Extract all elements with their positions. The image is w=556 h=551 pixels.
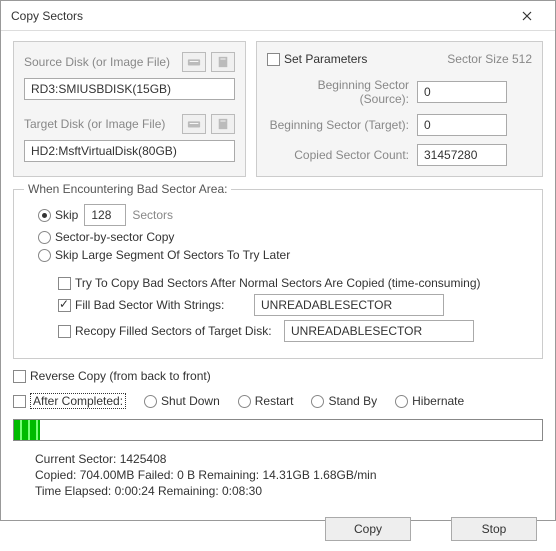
disk-panel: Source Disk (or Image File) RD3:SMIUSBDI… [13, 41, 246, 177]
reverse-copy-checkbox[interactable]: Reverse Copy (from back to front) [13, 369, 211, 383]
shutdown-radio[interactable]: Shut Down [144, 394, 220, 408]
target-disk-select-button[interactable] [182, 114, 206, 134]
sector-size-label: Sector Size 512 [447, 52, 532, 66]
standby-radio[interactable]: Stand By [311, 394, 377, 408]
stat-time: Time Elapsed: 0:00:24 Remaining: 0:08:30 [35, 483, 543, 499]
beginning-source-label: Beginning Sector (Source): [267, 78, 417, 106]
bad-sector-legend: When Encountering Bad Sector Area: [24, 182, 231, 196]
skip-radio[interactable]: Skip [38, 208, 78, 222]
set-parameters-checkbox[interactable]: Set Parameters [267, 52, 367, 66]
copied-count-input[interactable]: 31457280 [417, 144, 507, 166]
source-disk-select-button[interactable] [182, 52, 206, 72]
hibernate-radio[interactable]: Hibernate [395, 394, 464, 408]
source-disk-input[interactable]: RD3:SMIUSBDISK(15GB) [24, 78, 235, 100]
stat-current-sector: Current Sector: 1425408 [35, 451, 543, 467]
beginning-source-input[interactable]: 0 [417, 81, 507, 103]
fill-string-input[interactable]: UNREADABLESECTOR [254, 294, 444, 316]
source-image-select-button[interactable] [211, 52, 235, 72]
sector-by-sector-radio[interactable]: Sector-by-sector Copy [38, 230, 174, 244]
sectors-label: Sectors [132, 208, 173, 222]
params-panel: Set Parameters Sector Size 512 Beginning… [256, 41, 543, 177]
try-copy-checkbox[interactable]: Try To Copy Bad Sectors After Normal Sec… [58, 276, 481, 290]
progress-bar [13, 419, 543, 441]
titlebar: Copy Sectors [1, 1, 555, 31]
fill-checkbox[interactable]: Fill Bad Sector With Strings: [58, 298, 248, 312]
target-disk-input[interactable]: HD2:MsftVirtualDisk(80GB) [24, 140, 235, 162]
stats: Current Sector: 1425408 Copied: 704.00MB… [35, 451, 543, 499]
stat-copied: Copied: 704.00MB Failed: 0 B Remaining: … [35, 467, 543, 483]
recopy-string-input[interactable]: UNREADABLESECTOR [284, 320, 474, 342]
target-disk-label: Target Disk (or Image File) [24, 117, 165, 131]
restart-radio[interactable]: Restart [238, 394, 294, 408]
progress-fill [14, 420, 40, 440]
beginning-target-input[interactable]: 0 [417, 114, 507, 136]
target-image-select-button[interactable] [211, 114, 235, 134]
bad-sector-fieldset: When Encountering Bad Sector Area: Skip … [13, 189, 543, 359]
window-title: Copy Sectors [11, 9, 83, 23]
beginning-target-label: Beginning Sector (Target): [267, 118, 417, 132]
skip-large-radio[interactable]: Skip Large Segment Of Sectors To Try Lat… [38, 248, 290, 262]
recopy-checkbox[interactable]: Recopy Filled Sectors of Target Disk: [58, 324, 278, 338]
close-button[interactable] [507, 2, 547, 30]
content: Source Disk (or Image File) RD3:SMIUSBDI… [1, 31, 555, 551]
skip-count-input[interactable]: 128 [84, 204, 126, 226]
after-completed-checkbox[interactable]: After Completed: [13, 393, 126, 409]
source-disk-label: Source Disk (or Image File) [24, 55, 170, 69]
copied-count-label: Copied Sector Count: [267, 148, 417, 162]
